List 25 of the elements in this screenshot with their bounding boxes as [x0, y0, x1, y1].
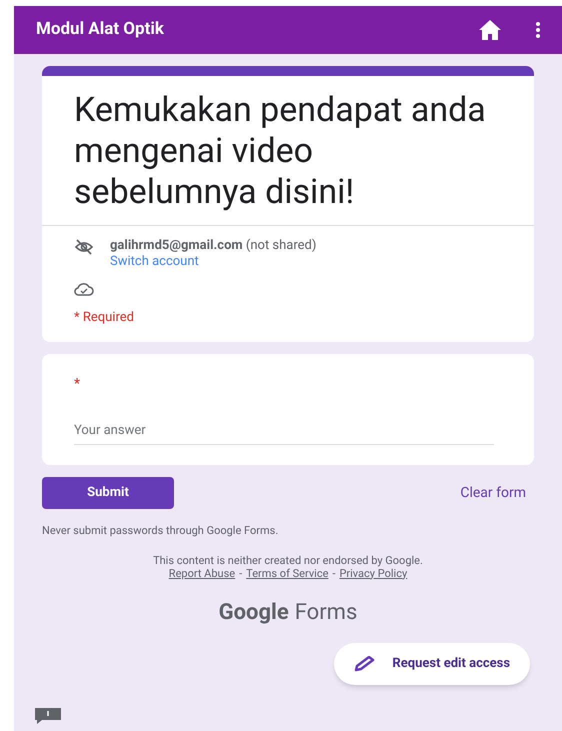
account-email: galihrmd5@gmail.com (not shared) — [110, 238, 316, 254]
disclaimer: This content is neither created nor endorsed by Google. — [153, 554, 423, 566]
required-note: * Required — [74, 309, 135, 327]
footer-link[interactable]: Report Abuse — [168, 566, 236, 580]
submit-button[interactable]: Submit — [42, 477, 174, 509]
app-title: Modul Alat Optik — [36, 18, 165, 42]
password-warning: Never submit passwords through Google Forms. — [42, 523, 280, 539]
required-mark: * — [74, 374, 82, 394]
answer-field[interactable]: Your answer — [74, 420, 494, 445]
logo-brand: Google — [218, 598, 289, 626]
feedback-icon[interactable] — [34, 707, 62, 725]
link-separator: - — [239, 566, 242, 580]
logo-product: Forms — [294, 598, 358, 626]
hidden-eye-icon — [74, 239, 94, 255]
footer-link[interactable]: Privacy Policy — [339, 566, 408, 580]
request-edit-access-button[interactable]: Request edit access — [334, 642, 530, 684]
home-icon[interactable] — [478, 19, 502, 41]
clear-form-button[interactable]: Clear form — [452, 477, 534, 509]
footer-link[interactable]: Terms of Service — [246, 566, 328, 580]
switch-account-link[interactable]: Switch account — [110, 254, 316, 270]
pencil-icon — [354, 656, 376, 672]
form-title: Kemukakan pendapat anda mengenai video sebelumnya disini! — [73, 89, 487, 214]
link-separator: - — [332, 566, 336, 580]
menu-icon[interactable] — [536, 22, 540, 38]
cloud-check-icon — [74, 282, 94, 296]
